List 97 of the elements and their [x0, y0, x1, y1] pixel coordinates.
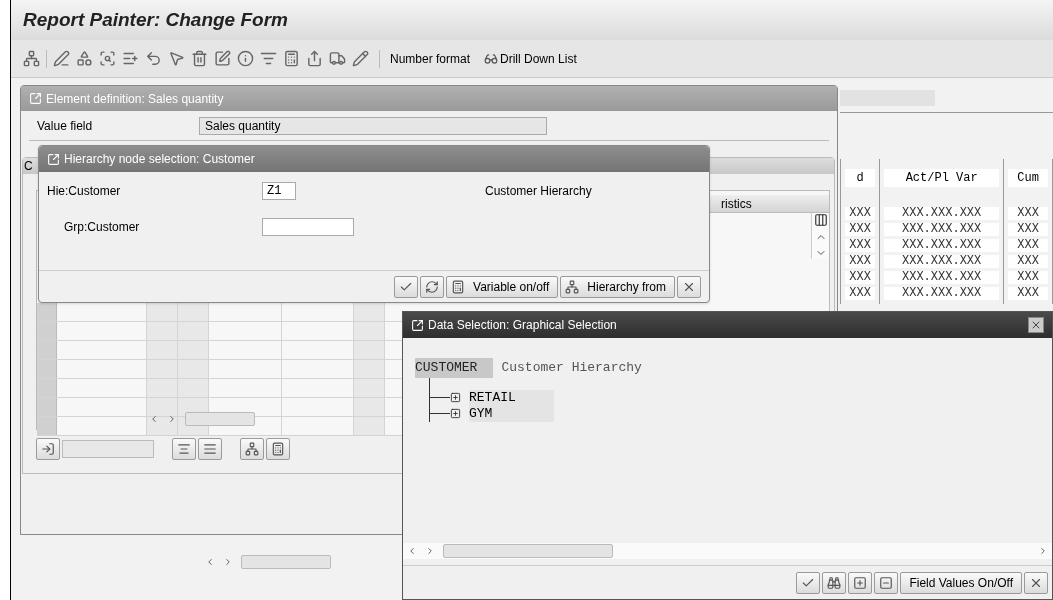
- align-bottom-button[interactable]: [198, 438, 222, 460]
- column-header: Cum: [1008, 169, 1048, 187]
- tree-node[interactable]: RETAIL: [469, 389, 554, 406]
- input-field[interactable]: [262, 218, 354, 236]
- align-top-button[interactable]: [172, 438, 196, 460]
- undo-icon[interactable]: [145, 50, 162, 67]
- expand-icon: [853, 575, 868, 590]
- column-settings-icon[interactable]: [813, 213, 828, 227]
- field-description: Customer Hierarchy: [485, 183, 592, 200]
- column-header: Act/Pl Var: [884, 169, 1000, 187]
- table-cell: XXX.XXX.XXX: [884, 255, 1000, 268]
- cancel-button[interactable]: [1024, 571, 1048, 594]
- info-icon[interactable]: [237, 50, 254, 67]
- input-field[interactable]: Z1: [262, 182, 296, 200]
- calculator-icon[interactable]: [283, 50, 300, 67]
- table-cell: XXX.XXX.XXX: [884, 239, 1000, 252]
- scrollbar-thumb[interactable]: [443, 544, 613, 558]
- filter-icon[interactable]: [260, 50, 277, 67]
- table-cell: XXX: [845, 207, 876, 220]
- scrollbar-thumb[interactable]: [241, 555, 331, 569]
- export-icon[interactable]: [306, 50, 323, 67]
- field-label: Value field: [36, 117, 94, 135]
- refresh-icon: [425, 279, 440, 294]
- value-field[interactable]: Sales quantity: [199, 116, 547, 135]
- variable-button[interactable]: Variable on/off: [446, 275, 559, 298]
- tree-node-text: Customer Hierarchy: [501, 359, 642, 377]
- window-title: Report Painter: Change Form: [23, 7, 288, 32]
- dialog-title: Hierarchy node selection: Customer: [64, 151, 255, 168]
- align-icon: [177, 442, 191, 456]
- scroll-right-icon[interactable]: [1038, 546, 1048, 556]
- table-cell: XXX: [1008, 223, 1048, 236]
- insert-button[interactable]: [36, 438, 60, 460]
- glasses-icon: [484, 51, 499, 66]
- table-cell: XXX.XXX.XXX: [884, 271, 1000, 284]
- scroll-left-icon[interactable]: [149, 414, 159, 424]
- scroll-left-icon[interactable]: [205, 557, 215, 567]
- pen-icon[interactable]: [53, 50, 70, 67]
- table-cell: XXX: [845, 287, 876, 300]
- hierarchy-icon: [245, 442, 259, 456]
- tree-node[interactable]: CUSTOMER: [415, 358, 494, 378]
- close-icon: [1030, 319, 1042, 331]
- table-cell: XXX: [845, 255, 876, 268]
- align-icon: [203, 442, 217, 456]
- table-cell: XXX: [845, 223, 876, 236]
- refresh-button[interactable]: [420, 275, 445, 298]
- shapes-icon[interactable]: [76, 50, 93, 67]
- toolbar-button[interactable]: Drill Down List: [480, 49, 581, 68]
- dialog-title: Element definition: Sales quantity: [46, 90, 224, 108]
- table-cell: XXX: [845, 239, 876, 252]
- table-cell: XXX.XXX.XXX: [884, 207, 1000, 220]
- truck-icon[interactable]: [329, 50, 346, 67]
- hierarchy-icon: [565, 279, 580, 294]
- toolbar-button[interactable]: Number format: [386, 49, 475, 68]
- scroll-right-icon[interactable]: [425, 546, 435, 556]
- scroll-right-icon[interactable]: [223, 557, 233, 567]
- cancel-button[interactable]: [677, 275, 701, 298]
- confirm-button[interactable]: [796, 571, 821, 594]
- input-field[interactable]: [62, 440, 154, 458]
- find-button[interactable]: [822, 571, 847, 594]
- hierarchy-button[interactable]: [240, 438, 264, 460]
- table-cell: XXX: [1008, 255, 1048, 268]
- table-cell: XXX: [1008, 287, 1048, 300]
- table-cell: XXX: [1008, 207, 1048, 220]
- list-plus-icon[interactable]: [122, 50, 139, 67]
- scroll-right-icon[interactable]: [167, 414, 177, 424]
- scrollbar-thumb[interactable]: [185, 412, 255, 426]
- pencil-icon[interactable]: [352, 50, 369, 67]
- table-cell: XXX: [845, 271, 876, 284]
- collapse-icon: [879, 575, 894, 590]
- close-button[interactable]: [1028, 317, 1044, 333]
- field-label: Hie:Customer: [47, 183, 122, 200]
- collapse-button[interactable]: [874, 571, 899, 594]
- scroll-left-icon[interactable]: [407, 546, 417, 556]
- variable-button[interactable]: [266, 438, 290, 460]
- dialog-title: Data Selection: Graphical Selection: [428, 317, 617, 334]
- edit-icon[interactable]: [214, 50, 231, 67]
- table-cell: XXX.XXX.XXX: [884, 287, 1000, 300]
- table-cell: XXX: [1008, 239, 1048, 252]
- dialog-icon: [411, 318, 424, 332]
- search-icon[interactable]: [99, 50, 116, 67]
- dialog-icon: [29, 92, 42, 105]
- expand-button[interactable]: [848, 571, 873, 594]
- field-values-button[interactable]: Field Values On/Off: [900, 571, 1022, 594]
- column-header: ristics: [721, 195, 752, 213]
- confirm-button[interactable]: [394, 275, 419, 298]
- dialog-icon: [47, 152, 60, 166]
- trash-icon[interactable]: [191, 50, 208, 67]
- field-label: Grp:Customer: [63, 219, 141, 236]
- table-cell: XXX.XXX.XXX: [884, 223, 1000, 236]
- hierarchy-icon[interactable]: [23, 50, 40, 67]
- hierarchy-button[interactable]: Hierarchy from: [560, 275, 675, 298]
- table-cell: XXX: [1008, 271, 1048, 284]
- pointer-icon[interactable]: [168, 50, 185, 67]
- column-header: d: [845, 169, 876, 187]
- tab-label[interactable]: C: [24, 159, 33, 173]
- binoculars-icon: [827, 575, 842, 590]
- insert-icon: [41, 442, 55, 456]
